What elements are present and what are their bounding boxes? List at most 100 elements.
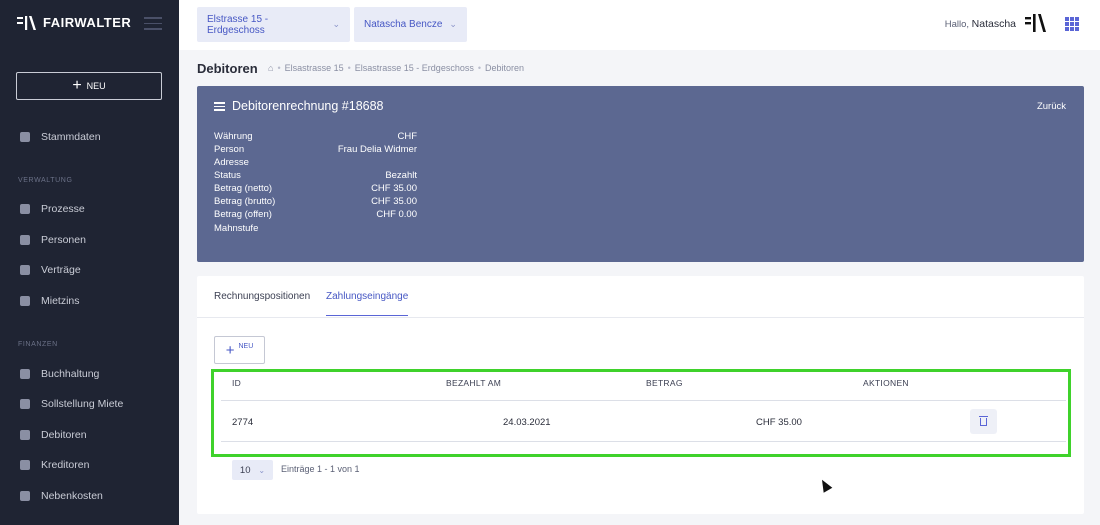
property-select[interactable]: Elstrasse 15 - Erdgeschoss ⌄ [197, 7, 350, 42]
trash-icon [979, 415, 988, 426]
sidebar-item-label: Sollstellung Miete [41, 398, 124, 410]
row-divider [221, 400, 1066, 401]
ledger-icon [20, 369, 30, 379]
field-value: Frau Delia Widmer [337, 144, 417, 155]
field-amount-gross: Betrag (brutto) CHF 35.00 [214, 196, 417, 207]
add-payment-button[interactable]: + NEU [214, 336, 265, 364]
cell-id: 2774 [232, 417, 254, 428]
sidebar-item-kreditoren[interactable]: Kreditoren [20, 459, 89, 471]
tabs-divider [197, 317, 1084, 318]
field-value: CHF 35.00 [371, 196, 417, 207]
new-button-label: NEU [86, 81, 106, 91]
sidebar-item-vertraege[interactable]: Verträge [20, 264, 81, 276]
field-label: Betrag (brutto) [214, 196, 276, 207]
column-header-amount[interactable]: BETRAG [646, 378, 683, 388]
chevron-down-icon: ⌄ [332, 19, 340, 29]
contract-icon [20, 265, 30, 275]
field-currency: Währung CHF [214, 131, 417, 142]
coins-icon [20, 430, 30, 440]
sidebar-item-prozesse[interactable]: Prozesse [20, 203, 85, 215]
page-size-select[interactable]: 10 ⌄ [232, 460, 273, 480]
sidebar-item-stammdaten[interactable]: Stammdaten [20, 131, 101, 143]
field-value: CHF [397, 131, 417, 142]
breadcrumb-separator: • [347, 63, 351, 73]
flame-icon [20, 491, 30, 501]
plus-icon: + [72, 77, 82, 94]
brand-logo-icon [1025, 13, 1046, 33]
sidebar-item-label: Personen [41, 234, 86, 246]
column-header-id[interactable]: ID [232, 378, 241, 388]
sidebar-item-label: Prozesse [41, 203, 85, 215]
field-label: Mahnstufe [214, 223, 259, 234]
logo-icon [17, 15, 37, 30]
breadcrumb-separator: • [477, 63, 481, 73]
highlight-frame [211, 369, 1071, 457]
field-label: Betrag (netto) [214, 183, 273, 194]
logo[interactable]: FAIRWALTER [17, 15, 131, 30]
entries-info: Einträge 1 - 1 von 1 [281, 464, 360, 474]
sidebar-item-label: Verträge [41, 264, 81, 276]
delete-button[interactable] [970, 409, 997, 434]
people-icon [20, 235, 30, 245]
field-label: Betrag (offen) [214, 209, 272, 220]
breadcrumb: ⌂ • Elsastrasse 15 • Elsastrasse 15 - Er… [268, 63, 524, 73]
sidebar-item-label: Nebenkosten [41, 490, 103, 502]
field-value: CHF 0.00 [376, 209, 417, 220]
column-header-actions: AKTIONEN [863, 378, 909, 388]
database-icon [20, 132, 30, 142]
field-value: CHF 35.00 [371, 183, 417, 194]
top-header: Elstrasse 15 - Erdgeschoss ⌄ Natascha Be… [179, 0, 1100, 50]
tab-zahlungseingaenge[interactable]: Zahlungseingänge [326, 291, 409, 316]
sidebar-item-personen[interactable]: Personen [20, 234, 86, 246]
sidebar-item-mietzins[interactable]: Mietzins [20, 295, 80, 307]
breadcrumb-separator: • [277, 63, 281, 73]
sidebar-item-sollstellung[interactable]: Sollstellung Miete [20, 398, 123, 410]
plus-icon: + [225, 341, 235, 359]
sidebar-item-buchhaltung[interactable]: Buchhaltung [20, 368, 99, 380]
add-payment-label: NEU [238, 342, 254, 350]
field-person: Person Frau Delia Widmer [214, 144, 417, 155]
apps-grid-icon[interactable] [1065, 17, 1079, 31]
payments-card: Rechnungspositionen Zahlungseingänge + N… [197, 276, 1084, 514]
field-amount-net: Betrag (netto) CHF 35.00 [214, 183, 417, 194]
sidebar-item-label: Kreditoren [41, 459, 90, 471]
greeting-text: Hallo, [944, 19, 969, 30]
field-address: Adresse [214, 157, 417, 168]
section-verwaltung: VERWALTUNG [18, 177, 73, 184]
chevron-down-icon: ⌄ [449, 19, 457, 29]
tab-rechnungspositionen[interactable]: Rechnungspositionen [214, 291, 310, 315]
row-divider [221, 441, 1066, 442]
logo-text: FAIRWALTER [43, 15, 132, 30]
chevron-down-icon: ⌄ [258, 465, 266, 475]
field-label: Person [214, 144, 245, 155]
coins-icon [214, 101, 225, 111]
sidebar-item-nebenkosten[interactable]: Nebenkosten [20, 490, 103, 502]
list-icon [20, 204, 30, 214]
cell-paid-on: 24.03.2021 [503, 417, 551, 428]
money-icon [20, 296, 30, 306]
new-button[interactable]: + NEU [16, 72, 162, 100]
invoice-title-text: Debitorenrechnung #18688 [232, 99, 384, 113]
sidebar-item-label: Stammdaten [41, 131, 101, 143]
menu-toggle-icon[interactable] [144, 17, 162, 34]
field-dunning-level: Mahnstufe [214, 223, 417, 234]
breadcrumb-item[interactable]: Elsastrasse 15 - Erdgeschoss [355, 63, 474, 73]
column-header-paid-on[interactable]: BEZAHLT AM [446, 378, 501, 388]
user-name: Natascha [971, 18, 1016, 30]
user-select[interactable]: Natascha Bencze ⌄ [354, 7, 467, 42]
page-title: Debitoren [197, 61, 258, 76]
field-amount-open: Betrag (offen) CHF 0.00 [214, 209, 417, 220]
invoice-card: Debitorenrechnung #18688 Zurück Währung … [197, 86, 1084, 262]
cell-amount: CHF 35.00 [756, 417, 802, 428]
breadcrumb-item[interactable]: Elsastrasse 15 [285, 63, 344, 73]
back-link[interactable]: Zurück [1037, 101, 1066, 112]
sidebar-item-debitoren[interactable]: Debitoren [20, 429, 87, 441]
greeting: Hallo, Natascha [945, 18, 1016, 30]
home-icon[interactable]: ⌂ [268, 63, 273, 73]
coins-icon [20, 460, 30, 470]
breadcrumb-item: Debitoren [485, 63, 525, 73]
field-status: Status Bezahlt [214, 170, 417, 181]
sidebar-item-label: Buchhaltung [41, 368, 100, 380]
field-label: Status [214, 170, 241, 181]
user-select-value: Natascha Bencze [364, 19, 443, 30]
